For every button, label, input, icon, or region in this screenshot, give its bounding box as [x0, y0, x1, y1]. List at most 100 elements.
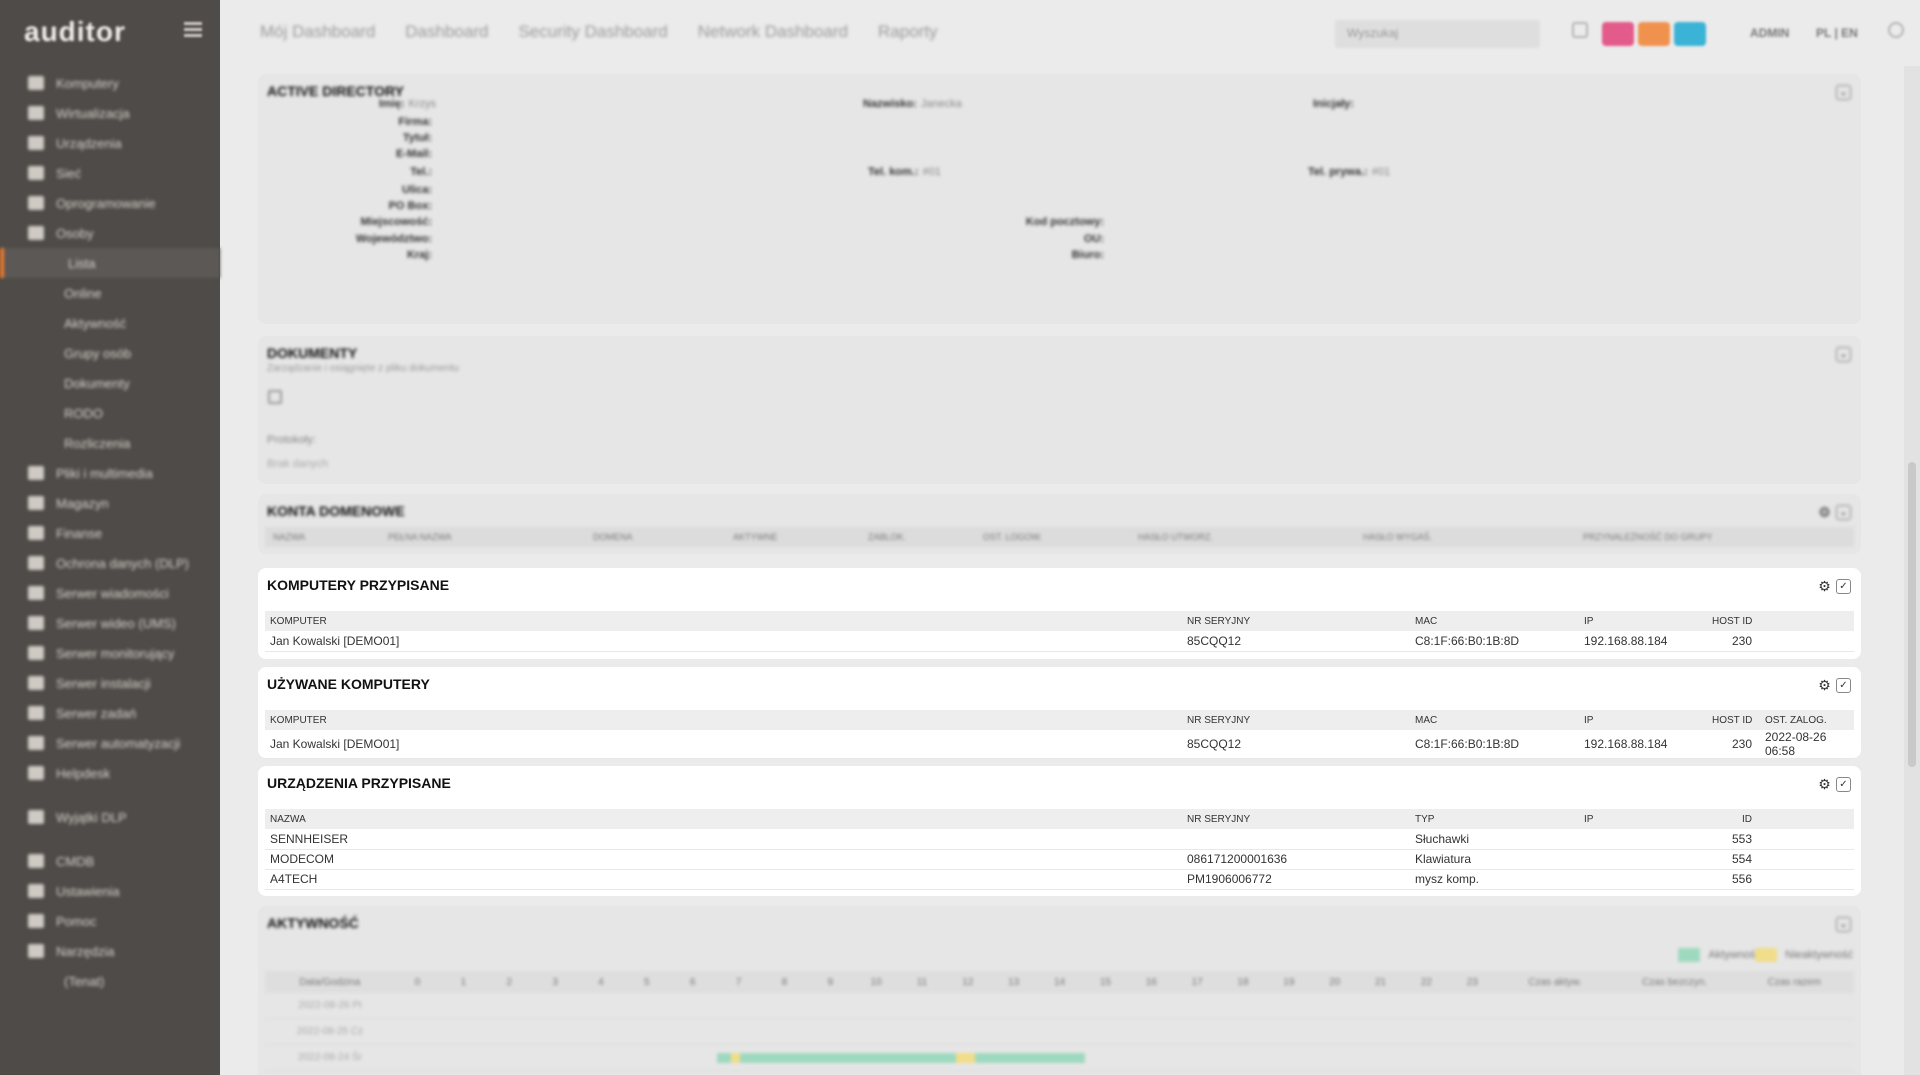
sidebar-item[interactable]: RODO: [0, 398, 220, 428]
sidebar-item[interactable]: Magazyn: [0, 488, 220, 518]
sidebar-item[interactable]: Aktywność: [0, 308, 220, 338]
sidebar-item[interactable]: Helpdesk: [0, 758, 220, 788]
sidebar-item[interactable]: Grupy osób: [0, 338, 220, 368]
collapse-check-icon[interactable]: ✓: [1836, 777, 1851, 792]
sidebar-item[interactable]: (Tenat): [0, 966, 220, 996]
column-header[interactable]: IP: [1579, 710, 1707, 730]
column-header[interactable]: OST. LOGOW.: [975, 532, 1130, 542]
collapse-icon[interactable]: ⌄: [1836, 347, 1851, 362]
sidebar-item[interactable]: Ochrona danych (DLP): [0, 548, 220, 578]
column-header[interactable]: ID: [1707, 809, 1760, 829]
column-header[interactable]: HOST ID: [1707, 710, 1760, 730]
table-row[interactable]: A4TECH PM1906006772 mysz komp. 556: [265, 869, 1854, 890]
name-cell[interactable]: SENNHEISER: [265, 829, 1182, 850]
hour-header: 1: [460, 976, 467, 988]
settings-gear-icon[interactable]: [1888, 22, 1904, 38]
top-nav-link[interactable]: Network Dashboard: [698, 22, 848, 42]
column-header[interactable]: NAZWA: [265, 532, 380, 542]
alert-badge-red[interactable]: [1602, 22, 1634, 46]
column-header[interactable]: PEŁNA NAZWA: [380, 532, 585, 542]
sidebar-item[interactable]: CMDB: [0, 846, 220, 876]
notification-icon[interactable]: [1572, 22, 1588, 38]
column-header[interactable]: KOMPUTER: [265, 710, 1182, 730]
table-row[interactable]: Jan Kowalski [DEMO01] 85CQQ12 C8:1F:66:B…: [265, 730, 1854, 759]
sidebar-item[interactable]: Serwer zadań: [0, 698, 220, 728]
activity-row[interactable]: 2022-08-25 Cz: [265, 1019, 1854, 1045]
collapse-check-icon[interactable]: ✓: [1836, 579, 1851, 594]
sidebar-item[interactable]: Wirtualizacja: [0, 98, 220, 128]
top-nav-link[interactable]: Mój Dashboard: [260, 22, 375, 42]
alert-badge-blue[interactable]: [1674, 22, 1706, 46]
sidebar-item[interactable]: Oprogramowanie: [0, 188, 220, 218]
sidebar-item[interactable]: Serwer automatyzacji: [0, 728, 220, 758]
column-header[interactable]: TYP: [1410, 809, 1579, 829]
sidebar-item[interactable]: Dokumenty: [0, 368, 220, 398]
sidebar-item[interactable]: Wyjątki DLP: [0, 802, 220, 832]
sidebar-item[interactable]: Osoby: [0, 218, 220, 248]
sidebar-item[interactable]: Serwer monitorujący: [0, 638, 220, 668]
sidebar-item[interactable]: Pliki i multimedia: [0, 458, 220, 488]
sidebar-item[interactable]: Serwer instalacji: [0, 668, 220, 698]
sidebar-item[interactable]: Rozliczenia: [0, 428, 220, 458]
column-header[interactable]: AKTYWNE: [725, 532, 860, 542]
table-row[interactable]: MODECOM 086171200001636 Klawiatura 554: [265, 849, 1854, 870]
sidebar-item[interactable]: Serwer wideo (UMS): [0, 608, 220, 638]
column-header[interactable]: MAC: [1410, 710, 1579, 730]
alert-badge-orange[interactable]: [1638, 22, 1670, 46]
scrollbar-thumb[interactable]: [1908, 462, 1916, 767]
column-header[interactable]: HASŁO WYGAŚ.: [1355, 532, 1575, 542]
collapse-icon[interactable]: ⌄: [1836, 505, 1851, 520]
column-header[interactable]: HOST ID: [1707, 611, 1760, 631]
collapse-icon[interactable]: ⌄: [1836, 917, 1851, 932]
top-nav-link[interactable]: Raporty: [878, 22, 938, 42]
sidebar-item[interactable]: Urządzenia: [0, 128, 220, 158]
sidebar-item[interactable]: Narzędzia: [0, 936, 220, 966]
column-header[interactable]: OST. ZALOG.: [1760, 710, 1854, 730]
column-header[interactable]: NR SERYJNY: [1182, 809, 1410, 829]
column-header[interactable]: IP: [1579, 809, 1707, 829]
column-header[interactable]: NAZWA: [265, 809, 1182, 829]
sidebar-item[interactable]: Sieć: [0, 158, 220, 188]
column-header[interactable]: NR SERYJNY: [1182, 710, 1410, 730]
menu-toggle-icon[interactable]: [184, 22, 202, 38]
column-header[interactable]: IP: [1579, 611, 1707, 631]
table-row[interactable]: SENNHEISER Słuchawki 553: [265, 829, 1854, 850]
column-header[interactable]: KOMPUTER: [265, 611, 1182, 631]
document-icon[interactable]: [268, 390, 282, 404]
sidebar-item[interactable]: Lista: [0, 248, 220, 278]
column-header[interactable]: DOMENA: [585, 532, 725, 542]
app-logo[interactable]: auditor: [24, 16, 126, 48]
sidebar-item[interactable]: Finanse: [0, 518, 220, 548]
settings-icon[interactable]: ⚙: [1817, 579, 1832, 594]
search-input[interactable]: Wyszukaj: [1335, 20, 1540, 48]
ad-field-label: Województwo:: [355, 233, 432, 245]
activity-row[interactable]: 2022-08-24 Śr: [265, 1045, 1854, 1071]
collapse-icon[interactable]: ⌄: [1836, 85, 1851, 100]
collapse-check-icon[interactable]: ✓: [1836, 678, 1851, 693]
user-menu[interactable]: ADMIN: [1750, 26, 1789, 40]
sidebar-item[interactable]: Online: [0, 278, 220, 308]
name-cell[interactable]: A4TECH: [265, 869, 1182, 890]
computer-cell[interactable]: Jan Kowalski [DEMO01]: [265, 730, 1182, 759]
top-nav-link[interactable]: Security Dashboard: [518, 22, 667, 42]
computer-cell[interactable]: Jan Kowalski [DEMO01]: [265, 631, 1182, 652]
table-row[interactable]: Jan Kowalski [DEMO01] 85CQQ12 C8:1F:66:B…: [265, 631, 1854, 652]
column-header[interactable]: MAC: [1410, 611, 1579, 631]
sidebar-item[interactable]: Pomoc: [0, 906, 220, 936]
settings-icon[interactable]: ⚙: [1817, 777, 1832, 792]
column-header[interactable]: PRZYNALEŻNOŚĆ DO GRUPY: [1575, 532, 1835, 542]
sidebar-item-label: Serwer automatyzacji: [56, 735, 181, 751]
sidebar-item[interactable]: Komputery: [0, 68, 220, 98]
settings-icon[interactable]: ⚙: [1817, 678, 1832, 693]
settings-icon[interactable]: ⚙: [1817, 505, 1832, 520]
sidebar-item[interactable]: Ustawienia: [0, 876, 220, 906]
name-cell[interactable]: MODECOM: [265, 849, 1182, 870]
column-header[interactable]: ZABLOK.: [860, 532, 975, 542]
type-cell: Słuchawki: [1410, 829, 1579, 850]
language-switch[interactable]: PL | EN: [1816, 26, 1858, 40]
column-header[interactable]: HASŁO UTWORZ.: [1130, 532, 1355, 542]
sidebar-item[interactable]: Serwer wiadomości: [0, 578, 220, 608]
top-nav-link[interactable]: Dashboard: [405, 22, 488, 42]
column-header[interactable]: NR SERYJNY: [1182, 611, 1410, 631]
activity-row[interactable]: 2022-08-26 Pt: [265, 993, 1854, 1019]
